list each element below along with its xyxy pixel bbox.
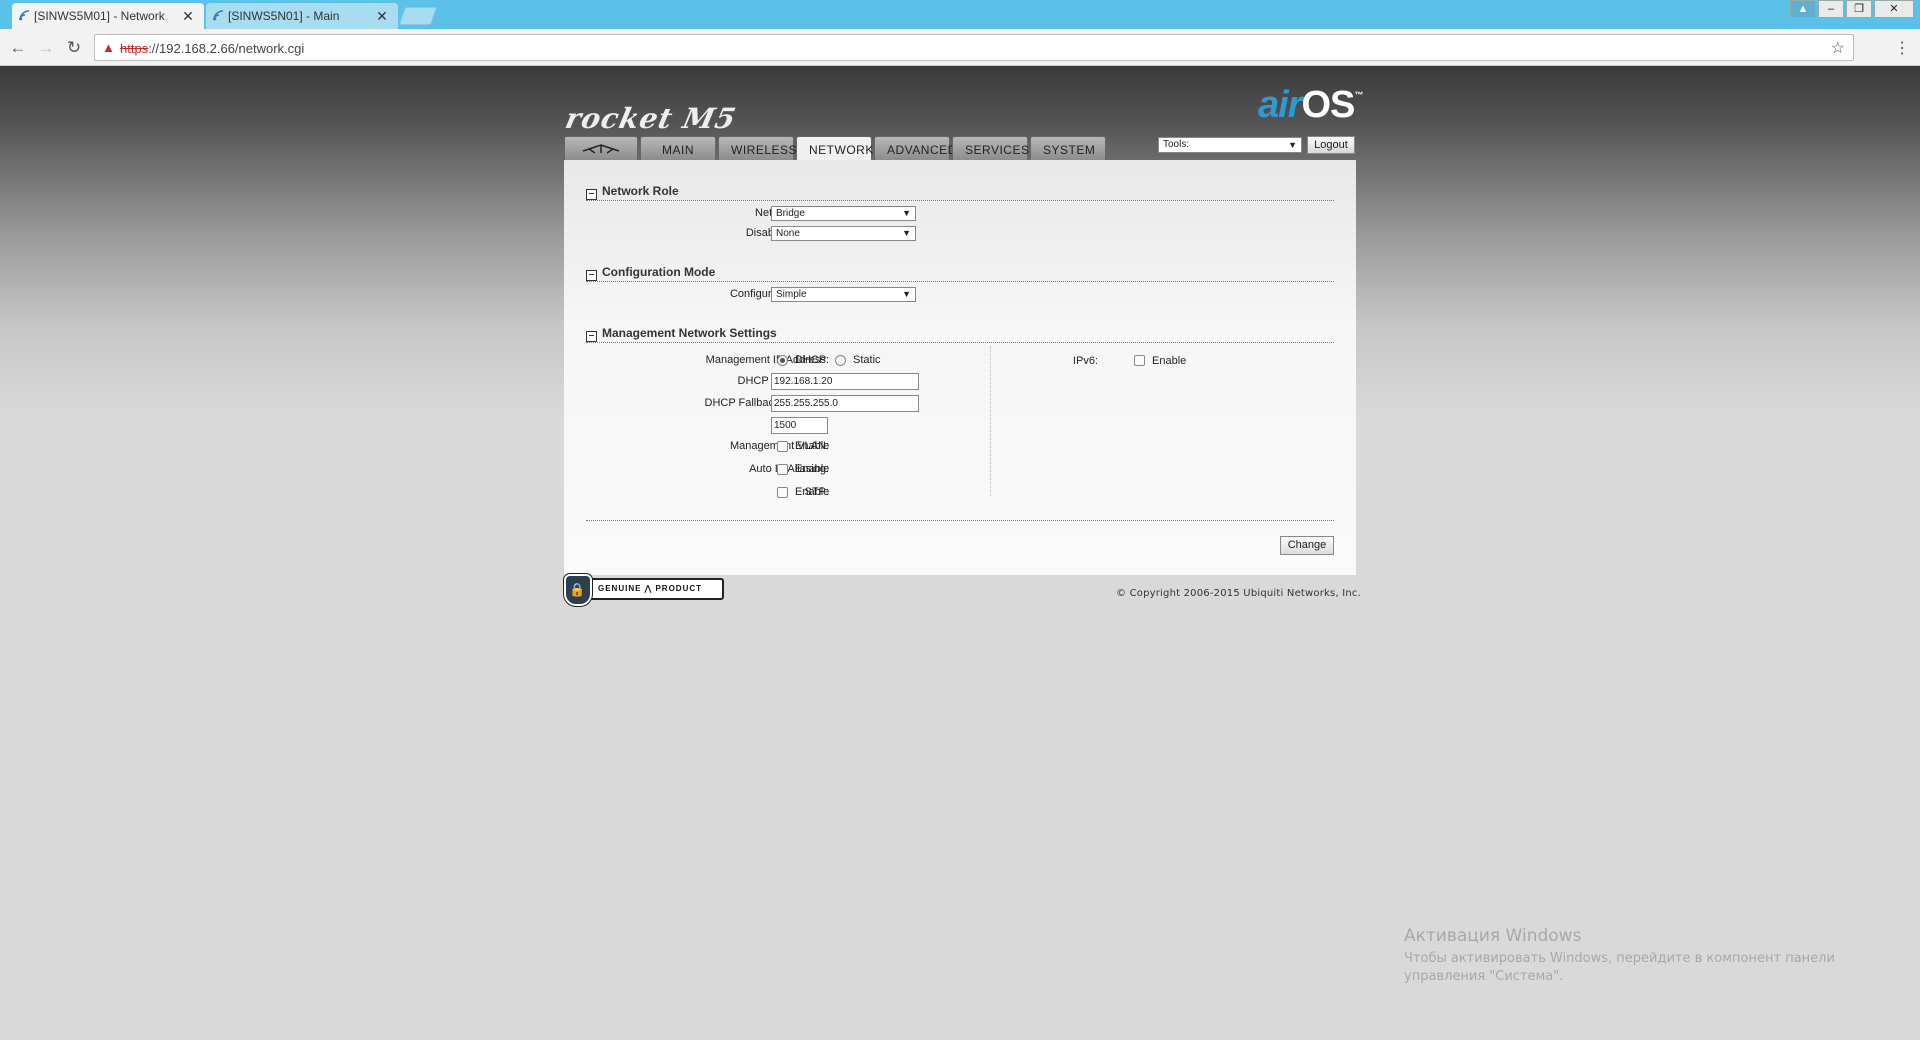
back-icon[interactable]: ← [8, 38, 28, 58]
browser-menu-icon[interactable]: ⋮ [1894, 38, 1910, 58]
disable-network-value: None [776, 228, 800, 239]
column-divider [990, 346, 991, 496]
browser-tab-network[interactable]: [SINWS5M01] - Network ✕ [12, 3, 204, 29]
collapse-icon[interactable]: – [586, 189, 597, 200]
dropdown-arrow-icon: ▼ [1288, 140, 1297, 150]
close-window-icon[interactable]: ✕ [1874, 0, 1914, 18]
close-tab-icon[interactable]: ✕ [376, 8, 388, 25]
section-title: Configuration Mode [602, 265, 716, 279]
mtu-input[interactable]: 1500 [771, 417, 828, 434]
ubiquiti-logo-tab[interactable] [564, 136, 638, 160]
user-icon[interactable]: ▲ [1790, 0, 1816, 18]
url-input[interactable]: ▲ https://192.168.2.66/network.cgi ☆ [94, 34, 1854, 61]
dropdown-arrow-icon: ▼ [902, 289, 911, 299]
section-divider [586, 200, 1334, 201]
browser-tab-strip: [SINWS5M01] - Network ✕ [SINWS5N01] - Ma… [0, 0, 1920, 29]
section-divider [586, 342, 1334, 343]
minimize-icon[interactable]: – [1818, 0, 1844, 18]
section-title: Network Role [602, 184, 679, 198]
change-button[interactable]: Change [1280, 536, 1334, 555]
dhcp-fallback-ip-input[interactable]: 192.168.1.20 [771, 373, 919, 390]
url-text: https://192.168.2.66/network.cgi [120, 41, 305, 56]
main-nav-tabs: MAIN WIRELESS NETWORK ADVANCED SERVICES … [564, 136, 1106, 161]
tab-advanced[interactable]: ADVANCED [874, 136, 956, 160]
reload-icon[interactable]: ↻ [64, 38, 84, 58]
close-tab-icon[interactable]: ✕ [182, 8, 194, 25]
tab-wireless[interactable]: WIRELESS [718, 136, 797, 160]
logout-button[interactable]: Logout [1307, 136, 1355, 154]
stp-checkbox[interactable] [777, 487, 788, 498]
genuine-product-badge: 🔒 GENUINE ⋀ PRODUCT [564, 574, 724, 606]
windows-activation-watermark: Активация Windows Чтобы активировать Win… [1404, 926, 1835, 986]
enable-label: Enable [1152, 355, 1187, 367]
not-secure-warning-icon[interactable]: ▲ [102, 40, 115, 55]
restore-icon[interactable]: ❐ [1846, 0, 1872, 18]
wifi-icon [213, 10, 224, 21]
configuration-mode-value: Simple [776, 289, 807, 300]
dhcp-label: DHCP [795, 354, 827, 366]
auto-ip-aliasing-checkbox[interactable] [777, 464, 788, 475]
tab-title: [SINWS5N01] - Main [228, 9, 340, 23]
copyright-text: © Copyright 2006-2015 Ubiquiti Networks,… [1116, 588, 1361, 599]
tab-main[interactable]: MAIN [640, 136, 716, 160]
new-tab-button[interactable] [398, 7, 438, 25]
tab-network[interactable]: NETWORK [796, 136, 873, 161]
configuration-mode-select[interactable]: Simple ▼ [771, 287, 916, 302]
dhcp-fallback-netmask-input[interactable]: 255.255.255.0 [771, 395, 919, 412]
enable-label: Enable [795, 440, 830, 452]
lock-icon: 🔒 [564, 574, 592, 606]
section-configuration-mode[interactable]: – Configuration Mode [586, 265, 715, 281]
enable-label: Enable [795, 486, 830, 498]
browser-tab-main[interactable]: [SINWS5N01] - Main ✕ [206, 3, 398, 29]
airos-logo: airOS™ [1258, 84, 1363, 126]
enable-label: Enable [795, 463, 830, 475]
section-divider [586, 281, 1334, 282]
bookmark-star-icon[interactable]: ☆ [1831, 38, 1845, 58]
genuine-badge-text: GENUINE ⋀ PRODUCT [598, 584, 703, 593]
activation-title: Активация Windows [1404, 926, 1582, 946]
tools-value: Tools: [1163, 139, 1190, 150]
static-radio[interactable] [835, 355, 846, 366]
section-title: Management Network Settings [602, 326, 777, 340]
page-content: rocket M5 airOS™ MAIN WIRELESS NETWORK A… [0, 66, 1920, 1040]
dropdown-arrow-icon: ▼ [902, 228, 911, 238]
collapse-icon[interactable]: – [586, 270, 597, 281]
activation-line-1: Чтобы активировать Windows, перейдите в … [1404, 951, 1835, 966]
collapse-icon[interactable]: – [586, 331, 597, 342]
tab-system[interactable]: SYSTEM [1030, 136, 1106, 160]
dhcp-radio[interactable] [777, 355, 788, 366]
rocket-m5-logo: rocket M5 [562, 102, 740, 135]
address-bar: ← → ↻ ▲ https://192.168.2.66/network.cgi… [0, 29, 1920, 66]
management-vlan-checkbox[interactable] [777, 441, 788, 452]
tab-services[interactable]: SERVICES [952, 136, 1029, 160]
tools-dropdown[interactable]: Tools: ▼ [1158, 137, 1302, 153]
bottom-divider [586, 520, 1334, 521]
ipv6-label: IPv6: [1072, 355, 1098, 367]
ipv6-checkbox[interactable] [1134, 355, 1145, 366]
ubiquiti-logo-icon [582, 144, 620, 154]
forward-icon[interactable]: → [36, 38, 56, 58]
network-settings-panel: –Network Role Network Mode: Bridge ▼ Dis… [564, 160, 1356, 575]
section-network-role[interactable]: – Network Role [586, 184, 679, 200]
section-management-network[interactable]: – Management Network Settings [586, 326, 777, 342]
network-mode-value: Bridge [776, 208, 805, 219]
tab-title: [SINWS5M01] - Network [34, 9, 165, 23]
activation-line-2: управления "Система". [1404, 969, 1564, 984]
disable-network-select[interactable]: None ▼ [771, 226, 916, 241]
wifi-icon [19, 10, 30, 21]
dropdown-arrow-icon: ▼ [902, 208, 911, 218]
static-label: Static [853, 354, 881, 366]
network-mode-select[interactable]: Bridge ▼ [771, 206, 916, 221]
